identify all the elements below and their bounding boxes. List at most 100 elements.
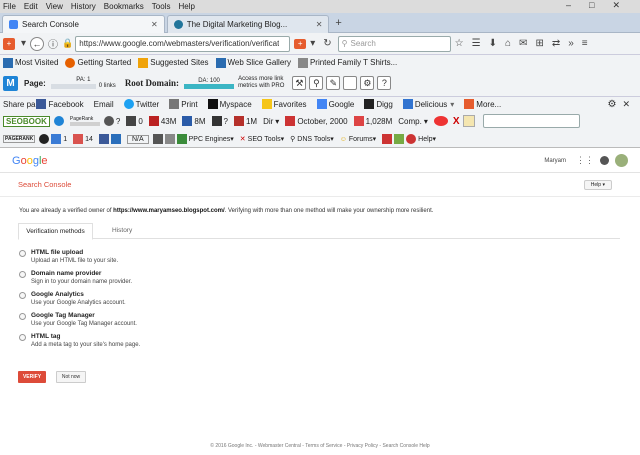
seobook-logo[interactable]: SEOBOOK [3,115,50,127]
search-input[interactable]: ⚲ Search [337,35,451,52]
leaf-icon[interactable] [394,134,405,144]
method-domain-name-provider[interactable]: Domain name provider Sign in to your doma… [19,270,132,285]
highlight-pen-icon[interactable]: ✎ [326,76,341,90]
bookmark-suggested-sites[interactable]: Suggested Sites [138,57,209,68]
dns-tools-menu[interactable]: ⚲ DNS Tools ▾ [290,135,334,144]
blank-tool-icon[interactable] [343,76,358,90]
indexed-pages-stat[interactable]: 0 [126,116,143,126]
home-icon[interactable]: ⌂ [505,38,511,49]
archive-date-stat[interactable]: October, 2000 [285,116,348,126]
addon-plus-icon[interactable]: + [3,37,15,50]
share-email[interactable]: Email [94,100,114,109]
flag-icon[interactable] [382,134,393,144]
not-now-button[interactable]: Not now [56,371,86,383]
technorati-stat[interactable]: 1M [233,116,257,126]
apps-grid-icon[interactable]: ⋮⋮ [576,155,594,166]
tab-digital-marketing-blog[interactable]: The Digital Marketing Blog... ✕ [166,15,330,33]
radio-html-file-upload[interactable] [19,250,26,257]
xing-icon[interactable]: X [453,116,460,127]
pocket-icon[interactable]: ✉ [519,38,527,49]
extension-icon[interactable]: ⇄ [552,38,560,49]
settings-gear-icon[interactable]: ⚙ [360,76,375,90]
account-name[interactable]: Maryam [544,158,566,164]
menu-help[interactable]: Help [178,2,194,11]
share-digg[interactable]: Digg [364,99,393,109]
minimize-icon[interactable]: – [566,0,571,11]
back-button[interactable]: ← [30,36,45,51]
help-button[interactable]: Help ▾ [583,179,612,190]
pro-upsell[interactable]: Access more link metrics with PRO [238,76,284,90]
info-icon[interactable]: ⓘ [48,36,58,51]
radio-domain-name-provider[interactable] [19,271,26,278]
ppc-engines-menu[interactable]: PPC Engines ▾ [176,134,234,144]
bookmark-printed-tshirts[interactable]: Printed Family T Shirts... [297,57,397,68]
menu-file[interactable]: File [3,2,16,11]
hamburger-menu-icon[interactable]: ≡ [582,38,588,49]
window-close-icon[interactable]: ✕ [612,0,620,11]
url-input[interactable]: https://www.google.com/webmasters/verifi… [75,35,291,52]
share-settings-gear-icon[interactable]: ⚙ [607,99,616,110]
addon-icon[interactable]: + [294,38,307,49]
close-tab-icon[interactable]: ✕ [151,20,158,29]
search-tool-icon[interactable]: ⚲ [309,76,324,90]
radio-google-tag-manager[interactable] [19,313,26,320]
method-google-tag-manager[interactable]: Google Tag Manager Use your Google Tag Ma… [19,312,137,327]
reload-icon[interactable]: ↻ [323,38,331,49]
bookmark-getting-started[interactable]: Getting Started [65,57,131,68]
google-logo[interactable]: Google [12,155,48,167]
forums-menu[interactable]: ☺ Forums ▾ [340,135,376,144]
bookmark-star-icon[interactable]: ☆ [455,38,464,49]
yahoo-links-stat[interactable]: 43M [148,116,176,126]
msn-stat[interactable]: 8M [182,116,206,126]
tab-verification-methods[interactable]: Verification methods [18,223,93,240]
seo-tools-menu[interactable]: ✕ SEO Tools ▾ [240,135,284,144]
close-tab-icon[interactable]: ✕ [316,20,323,29]
social-icon[interactable] [98,134,109,144]
menu-tools[interactable]: Tools [152,2,171,11]
addon-menu-icon[interactable]: ⊞ [535,38,543,49]
tab-history[interactable]: History [112,223,132,238]
share-myspace[interactable]: Myspace [207,99,252,109]
menu-history[interactable]: History [71,2,96,11]
alexa-rank-stat[interactable]: 1,028M [353,116,392,126]
compete-dropdown[interactable]: Comp. ▾ [398,117,428,126]
na-stat[interactable]: N/A [126,134,149,144]
stat-14[interactable]: 14 [73,134,93,144]
help-question-icon[interactable]: ? [377,76,392,90]
seobook-search-input[interactable] [482,114,580,128]
planet-icon[interactable] [433,116,448,126]
moz-logo-icon[interactable]: M [3,75,18,91]
wrench-icon[interactable]: ⚒ [292,76,307,90]
info-circle-icon[interactable] [53,116,64,126]
verify-button[interactable]: VERIFY [18,371,46,383]
radio-html-tag[interactable] [19,334,26,341]
dropdown-icon[interactable]: ▾ [21,38,26,49]
radio-google-analytics[interactable] [19,292,26,299]
share-favorites[interactable]: Favorites [261,99,307,109]
dmoz-stat[interactable]: ? [211,116,228,126]
stat-1[interactable]: 1 [51,134,67,144]
compass-icon[interactable] [39,134,50,144]
pagerank-logo[interactable]: PAGERANK [3,135,36,143]
method-google-analytics[interactable]: Google Analytics Use your Google Analytic… [19,291,126,306]
avatar[interactable] [615,154,628,167]
share-print[interactable]: Print [169,99,198,109]
menu-view[interactable]: View [46,2,63,11]
bookmark-most-visited[interactable]: Most Visited [3,57,58,68]
page-info-icon[interactable] [152,134,163,144]
reading-list-icon[interactable]: ☰ [472,38,481,49]
url-dropdown-icon[interactable]: ▾ [310,38,315,49]
share-google[interactable]: Google [316,99,354,109]
help-menu[interactable]: Help ▾ [406,134,436,144]
share-twitter[interactable]: Twitter [123,99,159,109]
notifications-icon[interactable] [600,156,609,165]
share-close-icon[interactable]: ✕ [622,99,630,110]
share-more[interactable]: More... [464,99,501,109]
maximize-icon[interactable]: □ [589,0,594,11]
notes-icon[interactable] [462,115,475,127]
google-cache-stat[interactable]: ? [103,116,120,126]
menu-bookmarks[interactable]: Bookmarks [104,2,144,11]
menu-edit[interactable]: Edit [24,2,38,11]
overflow-icon[interactable]: » [568,38,574,49]
mail-icon[interactable] [110,134,121,144]
